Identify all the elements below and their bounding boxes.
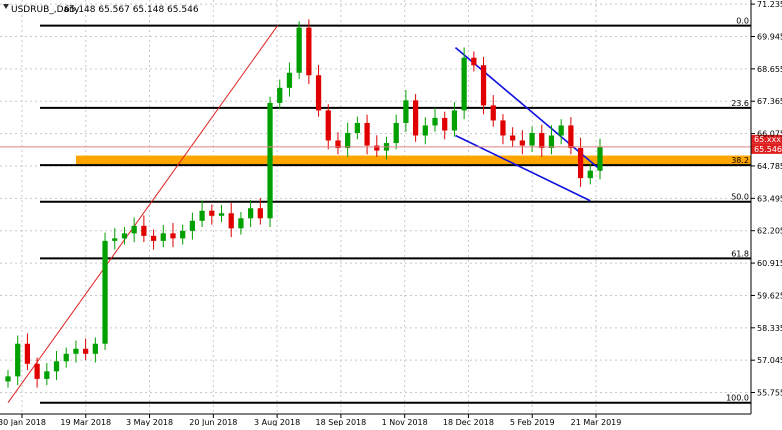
candle-body: [277, 87, 283, 103]
fib-level-label: 100.0: [726, 394, 749, 403]
candle-body: [112, 238, 118, 241]
x-tick-label: 3 Aug 2018: [254, 418, 300, 426]
candle-body: [150, 235, 157, 241]
chart: 0.0 23.6 38.2 50.0 61.8 100.0 65.xxx 65.546 71…: [0, 0, 782, 427]
candle-body: [228, 213, 234, 229]
y-tick-label: 69.945: [757, 33, 782, 42]
candle-body: [325, 110, 331, 141]
candle-body: [422, 125, 428, 136]
candle-body: [63, 353, 69, 362]
x-tick-label: 20 Jun 2018: [189, 418, 237, 426]
candle-body: [218, 213, 225, 216]
candle-body: [548, 135, 555, 149]
candle-body: [286, 72, 293, 88]
candle-body: [238, 218, 244, 229]
candle-body: [24, 343, 31, 364]
candle-body: [267, 102, 273, 219]
x-tick-label: 19 Mar 2018: [60, 418, 111, 426]
x-tick-label: 18 Sep 2018: [316, 418, 367, 426]
candle-body: [306, 27, 312, 76]
candle-body: [257, 208, 263, 219]
y-tick-label: 71.235: [757, 0, 782, 9]
candle-body: [539, 132, 545, 149]
candle-body: [345, 132, 351, 149]
candle-body: [170, 233, 176, 239]
candle-body: [102, 240, 108, 344]
candle-body: [141, 225, 147, 236]
plot-background: [0, 0, 782, 426]
candle-body: [393, 122, 399, 144]
y-tick-label: 59.625: [757, 291, 782, 300]
candle-body: [519, 140, 525, 146]
candle-body: [180, 230, 186, 239]
candle-body: [510, 135, 516, 141]
candle-body: [568, 125, 574, 149]
candle-body: [587, 170, 593, 179]
candle-body: [354, 122, 361, 133]
support-zone: [75, 155, 751, 165]
candle-body: [577, 148, 584, 179]
candle-body: [131, 225, 137, 234]
y-tick-label: 62.205: [757, 227, 782, 236]
candle-body: [121, 233, 128, 239]
x-tick-label: 3 May 2018: [126, 418, 173, 426]
fib-level-label: 0.0: [736, 17, 749, 26]
y-tick-label: 63.495: [757, 194, 782, 203]
y-tick-label: 66.075: [757, 130, 782, 139]
candle-body: [500, 120, 506, 136]
candle-body: [73, 348, 79, 354]
candle-body: [490, 105, 496, 121]
candle-body: [92, 343, 98, 354]
candle-body: [315, 75, 322, 111]
candle-body: [44, 371, 50, 379]
fib-level-label: 50.0: [731, 193, 749, 202]
candle-body: [597, 146, 603, 171]
current-price-label: 65.546: [754, 145, 782, 154]
candle-body: [34, 363, 40, 379]
x-tick-label: 5 Feb 2019: [510, 418, 555, 426]
candle-body: [451, 110, 458, 131]
candle-body: [480, 65, 487, 106]
header: USDRUB_,Daily 65.148 65.567 65.148 65.54…: [3, 4, 199, 15]
y-tick-label: 68.655: [757, 65, 782, 74]
candle-body: [374, 145, 380, 151]
candle-body: [247, 208, 254, 219]
y-tick-label: 64.785: [757, 162, 782, 171]
chart-svg: 0.023.638.250.061.8100.0 65.xxx65.546 71…: [0, 0, 782, 427]
fib-level-label: 61.8: [731, 249, 749, 258]
fib-level-label: 23.6: [731, 99, 749, 108]
x-tick-label: 21 Mar 2019: [571, 418, 622, 426]
candle-body: [53, 361, 60, 372]
fib-level-label: 38.2: [731, 156, 749, 165]
candle-body: [189, 220, 196, 231]
candle-body: [199, 210, 205, 221]
candle-body: [403, 100, 409, 123]
candle-body: [471, 57, 477, 66]
y-tick-label: 55.755: [757, 389, 782, 398]
candle-body: [160, 233, 166, 241]
y-tick-label: 67.365: [757, 97, 782, 106]
candle-body: [558, 125, 564, 136]
candle-body: [461, 57, 467, 111]
ohlc-values: 65.148 65.567 65.148 65.546: [64, 5, 199, 15]
x-tick-label: 1 Nov 2018: [382, 418, 428, 426]
candle-body: [209, 210, 215, 216]
candle-body: [83, 348, 89, 354]
candle-body: [432, 117, 438, 126]
candle-body: [364, 122, 370, 146]
candle-body: [412, 100, 419, 136]
y-tick-label: 58.335: [757, 324, 782, 333]
candle-body: [296, 27, 302, 73]
support-zone-layer: [75, 155, 751, 165]
candle-body: [15, 343, 21, 377]
y-tick-label: 57.045: [757, 356, 782, 365]
candle-body: [529, 132, 535, 146]
y-tick-label: 60.915: [757, 259, 782, 268]
candle-body: [5, 376, 11, 382]
x-tick-label: 30 Jan 2018: [0, 418, 46, 426]
x-tick-label: 18 Dec 2018: [443, 418, 494, 426]
candle-body: [442, 117, 448, 131]
